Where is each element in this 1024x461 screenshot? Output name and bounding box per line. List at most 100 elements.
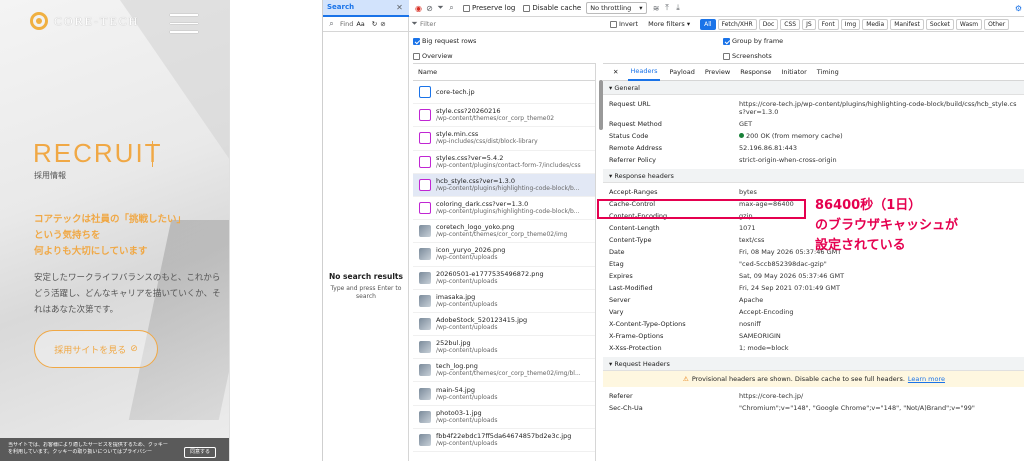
chip-img[interactable]: Img: [840, 18, 861, 30]
wifi-icon[interactable]: ≋: [651, 4, 662, 13]
group-by-frame-checkbox[interactable]: Group by frame: [723, 34, 783, 49]
tab-timing[interactable]: Timing: [817, 68, 839, 76]
chip-js[interactable]: JS: [802, 18, 816, 30]
filter-icon[interactable]: ⏷: [435, 3, 446, 13]
request-row[interactable]: main-54.jpg/wp-content/uploads: [413, 382, 595, 406]
export-icon[interactable]: ⤓: [673, 3, 684, 13]
provisional-warning: ⚠ Provisional headers are shown. Disable …: [603, 371, 1024, 387]
overview-checkbox[interactable]: Overview: [413, 49, 476, 64]
request-row[interactable]: photo03-1.jpg/wp-content/uploads: [413, 406, 595, 429]
header-row: Referer https://core-tech.jp/: [609, 392, 804, 400]
options-right: Group by frame Screenshots: [723, 34, 783, 64]
chip-doc[interactable]: Doc: [758, 18, 779, 30]
hamburger-menu-icon[interactable]: [170, 14, 198, 40]
img-file-icon: [419, 433, 431, 446]
chip-fetch[interactable]: Fetch/XHR: [717, 18, 757, 30]
settings-gear-icon[interactable]: ⚙: [1013, 4, 1024, 13]
tab-preview[interactable]: Preview: [705, 68, 730, 76]
close-icon[interactable]: ✕: [394, 3, 405, 12]
css-file-icon: [419, 155, 431, 168]
section-request-headers[interactable]: ▾ Request Headers: [603, 357, 1024, 371]
request-row[interactable]: AdobeStock_520123415.jpg/wp-content/uplo…: [413, 313, 595, 337]
name-column-header[interactable]: Name: [413, 63, 595, 81]
tab-payload[interactable]: Payload: [670, 68, 695, 76]
screenshots-checkbox[interactable]: Screenshots: [723, 49, 783, 64]
header-row: Request URL https://core-tech.jp/wp-conte…: [609, 100, 1017, 116]
cookie-accept-button[interactable]: 同意する: [183, 447, 216, 458]
tab-initiator[interactable]: Initiator: [781, 68, 806, 76]
section-response-headers[interactable]: ▾ Response headers: [603, 169, 1024, 183]
tab-headers[interactable]: Headers: [628, 63, 660, 81]
network-toolbar: Search ✕ ◉ ⊘ ⏷ ⌕ Preserve log Disable cac…: [323, 0, 1024, 17]
header-row: Referrer Policy strict-origin-when-cross-…: [609, 156, 837, 164]
clear-search-icon[interactable]: ⊘: [380, 20, 385, 28]
tab-response[interactable]: Response: [740, 68, 771, 76]
request-row[interactable]: hcb_style.css?ver=1.3.0/wp-content/plugi…: [413, 173, 595, 197]
img-file-icon: [419, 294, 431, 307]
section-general[interactable]: ▾ General: [603, 81, 1024, 95]
chip-manifest[interactable]: Manifest: [890, 18, 924, 30]
chip-all[interactable]: All: [700, 18, 716, 30]
header-row: Vary Accept-Encoding: [609, 308, 794, 316]
request-row[interactable]: style.min.css/wp-includes/css/dist/block…: [413, 127, 595, 151]
header-row: X-Xss-Protection 1; mode=block: [609, 344, 789, 352]
request-row[interactable]: 252bul.jpg/wp-content/uploads: [413, 336, 595, 360]
description: 安定したワークライフバランスのもと、これからどう活躍し、どんなキャリアを描いてい…: [34, 273, 221, 315]
invert-checkbox[interactable]: Invert: [610, 20, 638, 28]
page-title: RECRUIT: [33, 138, 163, 168]
search-input[interactable]: Find: [340, 20, 353, 28]
css-file-icon: [419, 132, 431, 145]
request-row[interactable]: 20260501-e1777535496872.png/wp-content/u…: [413, 267, 595, 290]
img-file-icon: [419, 364, 431, 377]
chevron-down-icon: ▾: [639, 4, 643, 12]
record-icon[interactable]: ◉: [413, 4, 424, 13]
site-logo[interactable]: CORE-TECH: [30, 12, 139, 30]
clear-icon[interactable]: ⊘: [424, 4, 435, 13]
chip-wasm[interactable]: Wasm: [955, 18, 983, 30]
request-row[interactable]: styles.css?ver=5.4.2/wp-content/plugins/…: [413, 151, 595, 174]
request-row[interactable]: core-tech.jp: [413, 81, 595, 105]
import-icon[interactable]: ⤒: [662, 3, 673, 13]
cookie-banner: 当サイトでは、お客様により適したサービスを提供するため、クッキーを利用しています…: [0, 438, 229, 461]
refresh-icon[interactable]: ↻: [372, 20, 377, 28]
learn-more-link[interactable]: Learn more: [908, 375, 945, 383]
img-file-icon: [419, 317, 431, 330]
recruit-site-button[interactable]: 採用サイトを見る ⊘: [34, 330, 158, 368]
header-row: Content-Type text/css: [609, 236, 765, 244]
request-row[interactable]: tech_log.png/wp-content/themes/cor_corp_…: [413, 359, 595, 383]
chip-css[interactable]: CSS: [780, 18, 801, 30]
filter-input[interactable]: Filter: [420, 20, 610, 28]
status-ok-icon: [739, 133, 744, 138]
website-preview: CORE-TECH RECRUIT 採用情報 コアテックは社員の「挑戦したい」 …: [0, 0, 230, 461]
img-file-icon: [419, 271, 431, 284]
close-icon[interactable]: ✕: [613, 68, 618, 76]
tab-search[interactable]: Search ✕: [323, 0, 409, 17]
disable-cache-checkbox[interactable]: Disable cache: [523, 4, 581, 12]
chip-media[interactable]: Media: [862, 18, 889, 30]
more-filters-dropdown[interactable]: More filters ▾: [648, 20, 690, 28]
throttling-select[interactable]: No throttling ▾: [586, 2, 647, 14]
header-row: Content-Length 1071: [609, 224, 756, 232]
chip-socket[interactable]: Socket: [925, 18, 954, 30]
logo-mark-icon: [30, 12, 48, 30]
chip-other[interactable]: Other: [984, 18, 1010, 30]
match-case-icon[interactable]: Aa: [356, 20, 364, 28]
request-row[interactable]: imasaka.jpg/wp-content/uploads: [413, 290, 595, 313]
request-row[interactable]: icon_yuryo_2026.png/wp-content/uploads: [413, 243, 595, 267]
chip-font[interactable]: Font: [817, 18, 839, 30]
big-rows-checkbox[interactable]: Big request rows: [413, 34, 476, 49]
header-row: Last-Modified Fri, 24 Sep 2021 07:01:49 G…: [609, 284, 841, 292]
search-icon[interactable]: ⌕: [446, 3, 457, 13]
header-row: Status Code 200 OK (from memory cache): [609, 132, 843, 140]
request-row[interactable]: coretech_logo_yoko.png/wp-content/themes…: [413, 220, 595, 244]
no-results: No search results Type and press Enter to…: [329, 272, 403, 300]
request-row[interactable]: style.css?20260216/wp-content/themes/cor…: [413, 104, 595, 128]
preserve-log-checkbox[interactable]: Preserve log: [463, 4, 515, 12]
cache-control-highlight: [597, 199, 806, 219]
warning-icon: ⚠: [683, 375, 689, 383]
header-row: X-Frame-Options SAMEORIGIN: [609, 332, 781, 340]
css-file-icon: [419, 202, 431, 215]
arrow-circle-icon: ⊘: [130, 344, 138, 354]
request-row[interactable]: coloring_dark.css?ver=1.3.0/wp-content/p…: [413, 197, 595, 221]
request-row[interactable]: fbb4f22ebdc17ff5da64674857bd2e3c.jpg/wp-…: [413, 429, 595, 452]
